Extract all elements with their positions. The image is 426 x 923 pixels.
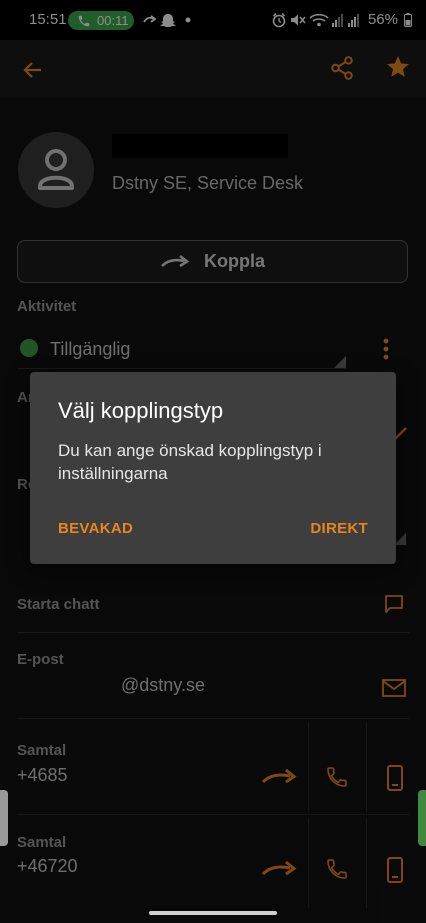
- dialog-title: Välj kopplingstyp: [58, 398, 224, 423]
- edge-panel-handle-left[interactable]: [0, 790, 8, 846]
- edge-panel-handle-right[interactable]: [418, 790, 426, 846]
- navigation-gesture-handle[interactable]: [149, 911, 277, 915]
- connection-type-dialog: Välj kopplingstyp Du kan ange önskad kop…: [30, 372, 396, 564]
- bevakad-button[interactable]: BEVAKAD: [58, 520, 133, 537]
- dialog-message: Du kan ange önskad kopplingstyp i instäl…: [58, 441, 322, 483]
- direkt-button[interactable]: DIREKT: [310, 520, 368, 537]
